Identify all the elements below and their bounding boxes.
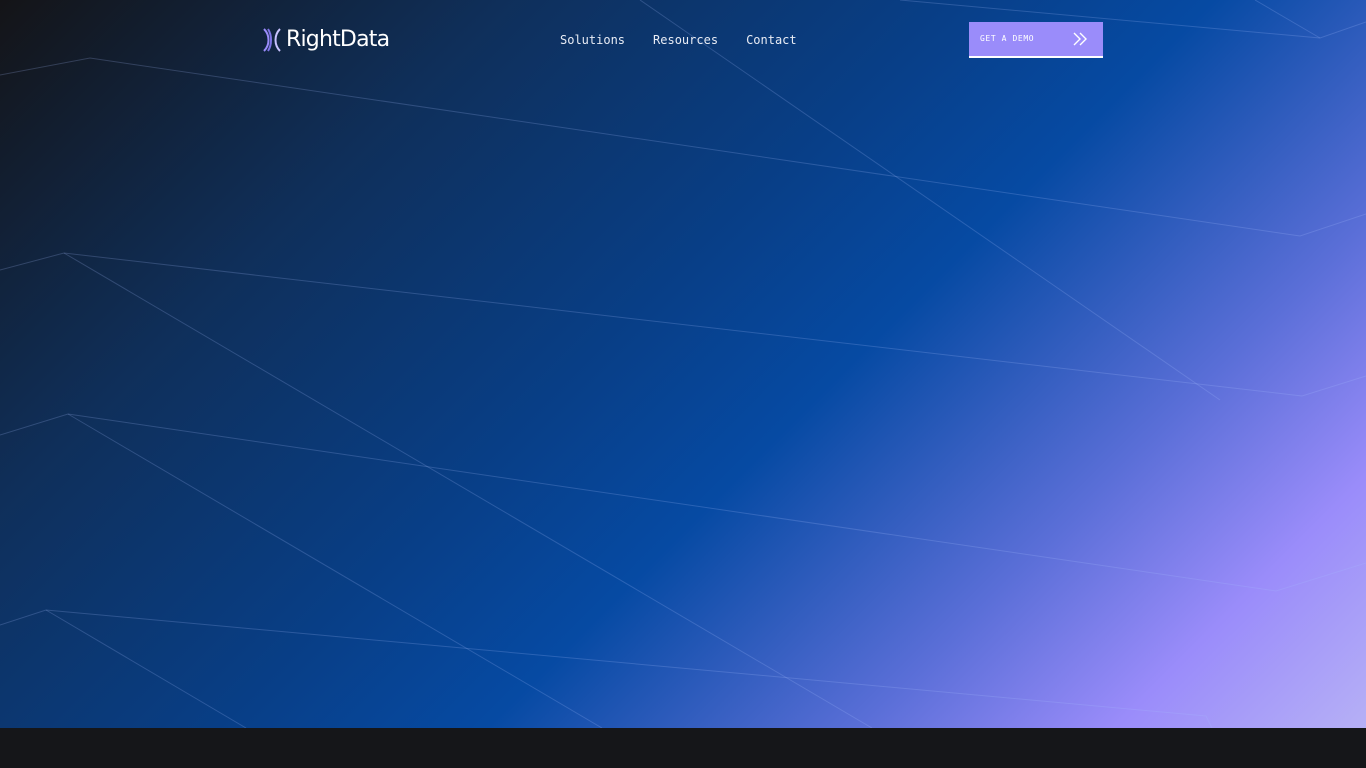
logo-mark-icon (263, 28, 281, 52)
decorative-lines (0, 0, 1366, 728)
hero-background (0, 0, 1366, 728)
site-header: RightData Solutions Resources Contact GE… (0, 0, 1366, 80)
decorative-line (0, 57, 1366, 237)
nav-resources[interactable]: Resources (653, 32, 718, 48)
nav-solutions[interactable]: Solutions (560, 32, 625, 48)
logo-text: RightData (286, 27, 390, 52)
decorative-line (63, 252, 873, 728)
decorative-line (45, 609, 247, 728)
decorative-line (0, 252, 1366, 397)
get-demo-button[interactable]: GET A DEMO (969, 22, 1103, 58)
logo[interactable]: RightData (262, 26, 390, 54)
footer-band (0, 728, 1366, 768)
double-chevron-right-icon (1073, 32, 1087, 46)
decorative-line (0, 413, 1366, 592)
main-nav: Solutions Resources Contact (560, 32, 797, 48)
nav-contact[interactable]: Contact (746, 32, 797, 48)
decorative-line (0, 609, 1213, 728)
decorative-line (67, 413, 603, 728)
get-demo-label: GET A DEMO (980, 34, 1035, 43)
